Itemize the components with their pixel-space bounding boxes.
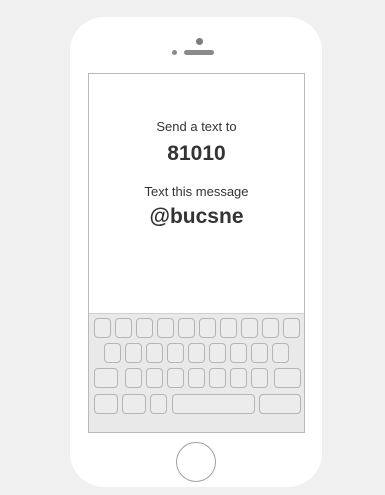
return-key[interactable] — [259, 394, 301, 414]
message-label: Text this message — [144, 184, 249, 199]
keyboard-key[interactable] — [209, 368, 226, 388]
keyboard-key[interactable] — [241, 318, 258, 338]
keyboard-key[interactable] — [136, 318, 153, 338]
keyboard-key[interactable] — [104, 343, 121, 363]
shift-key[interactable] — [94, 368, 118, 388]
keyboard-key[interactable] — [283, 318, 300, 338]
keyboard-key[interactable] — [230, 368, 247, 388]
keyboard-key[interactable] — [157, 318, 174, 338]
sms-message: @bucsne — [149, 205, 244, 228]
sensor-icon — [172, 50, 177, 55]
speaker-icon — [184, 50, 214, 55]
numbers-key[interactable] — [94, 394, 118, 414]
sms-number: 81010 — [167, 142, 226, 165]
keyboard-key[interactable] — [209, 343, 226, 363]
keyboard-key[interactable] — [178, 318, 195, 338]
keyboard-key[interactable] — [146, 368, 163, 388]
keyboard-key[interactable] — [199, 318, 216, 338]
keyboard-key[interactable] — [115, 318, 132, 338]
send-text-label: Send a text to — [156, 119, 237, 134]
keyboard-key[interactable] — [125, 368, 142, 388]
keyboard-key[interactable] — [262, 318, 279, 338]
keyboard-key[interactable] — [188, 343, 205, 363]
keyboard-key[interactable] — [167, 368, 184, 388]
space-key[interactable] — [172, 394, 255, 414]
keyboard-key[interactable] — [167, 343, 184, 363]
globe-key[interactable] — [122, 394, 146, 414]
keyboard-key[interactable] — [251, 368, 268, 388]
backspace-key[interactable] — [274, 368, 301, 388]
home-button[interactable] — [176, 442, 216, 482]
keyboard-key[interactable] — [125, 343, 142, 363]
keyboard-key[interactable] — [251, 343, 268, 363]
keyboard — [89, 313, 304, 432]
keyboard-key[interactable] — [230, 343, 247, 363]
keyboard-key[interactable] — [146, 343, 163, 363]
mic-key[interactable] — [150, 394, 167, 414]
keyboard-key[interactable] — [220, 318, 237, 338]
keyboard-key[interactable] — [188, 368, 205, 388]
keyboard-key[interactable] — [272, 343, 289, 363]
keyboard-key[interactable] — [94, 318, 111, 338]
camera-icon — [196, 38, 203, 45]
phone-screen: Send a text to 81010 Text this message @… — [88, 73, 305, 433]
